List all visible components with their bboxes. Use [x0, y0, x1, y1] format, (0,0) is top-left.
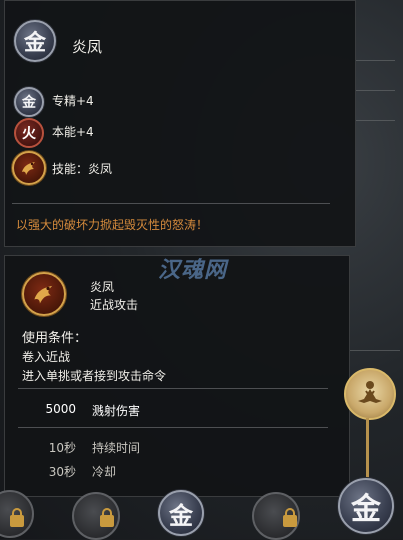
- meditation-figure-icon[interactable]: [344, 368, 396, 420]
- stat-label: 持续时间: [92, 441, 141, 455]
- lock-icon: [100, 508, 114, 527]
- background-line: [355, 60, 395, 61]
- divider: [12, 203, 330, 204]
- condition-item: 进入单挑或者接到攻击命令: [22, 369, 167, 383]
- fire-attribute-icon: 火: [14, 118, 44, 148]
- skill-name: 炎凤: [90, 280, 115, 294]
- divider: [18, 388, 328, 389]
- background-line: [355, 90, 395, 91]
- lock-icon: [10, 508, 24, 527]
- stat-value: 5000: [45, 402, 76, 416]
- stat-value: 30秒: [48, 465, 76, 479]
- lock-icon: [283, 508, 297, 527]
- background-line: [350, 350, 400, 351]
- attribute-skill: 技能：炎凤: [52, 162, 113, 176]
- skill-type: 近战攻击: [90, 298, 139, 312]
- metal-attribute-icon: 金: [14, 87, 44, 117]
- attribute-specialty: 专精+4: [52, 94, 94, 108]
- metal-slot-icon[interactable]: 金: [338, 478, 394, 534]
- metal-slot-icon[interactable]: 金: [158, 490, 204, 536]
- condition-item: 卷入近战: [22, 350, 71, 364]
- attribute-instinct: 本能+4: [52, 125, 94, 139]
- item-title: 炎凤: [72, 38, 103, 56]
- stat-label: 冷却: [92, 465, 117, 479]
- phoenix-skill-large-icon: [22, 272, 66, 316]
- stat-label: 溅射伤害: [92, 404, 141, 418]
- gold-connector: [366, 418, 369, 478]
- stat-value: 10秒: [48, 441, 76, 455]
- conditions-title: 使用条件：: [22, 331, 88, 346]
- phoenix-skill-icon: [12, 151, 46, 185]
- site-watermark: 汉魂网: [158, 258, 228, 283]
- item-description: 以强大的破坏力掀起毁灭性的怒涛！: [16, 218, 209, 232]
- background-line: [355, 120, 395, 121]
- metal-element-icon: 金: [14, 20, 56, 62]
- divider: [18, 427, 328, 428]
